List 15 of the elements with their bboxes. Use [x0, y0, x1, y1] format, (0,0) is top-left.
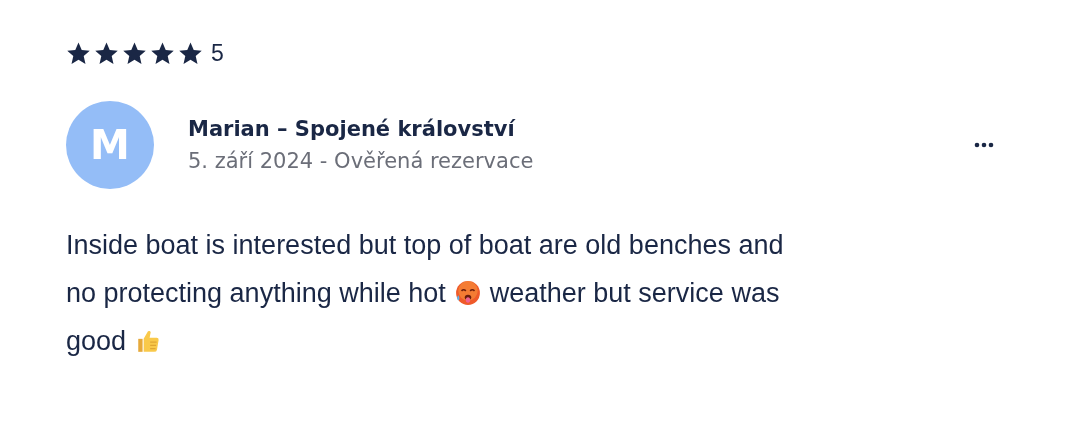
star-icon — [122, 41, 147, 66]
author-name: Marian – Spojené království — [188, 117, 517, 141]
star-icon — [178, 41, 203, 66]
thumbs-up-icon — [135, 328, 162, 354]
star-icon — [150, 41, 175, 66]
star-icon — [66, 41, 91, 66]
avatar: M — [66, 101, 154, 189]
review-date: 5. září 2024 - Ověřená rezervace — [188, 149, 535, 173]
review-text: Inside boat is interested but top of boat are old benches and — [66, 229, 784, 261]
review-text: no protecting anything while hot — [66, 277, 446, 309]
rating-value: 5 — [211, 40, 224, 67]
review-text: weather but service was — [489, 277, 780, 309]
review-text: good — [66, 325, 127, 357]
hot-face-icon — [454, 280, 481, 306]
star-icon — [94, 41, 119, 66]
